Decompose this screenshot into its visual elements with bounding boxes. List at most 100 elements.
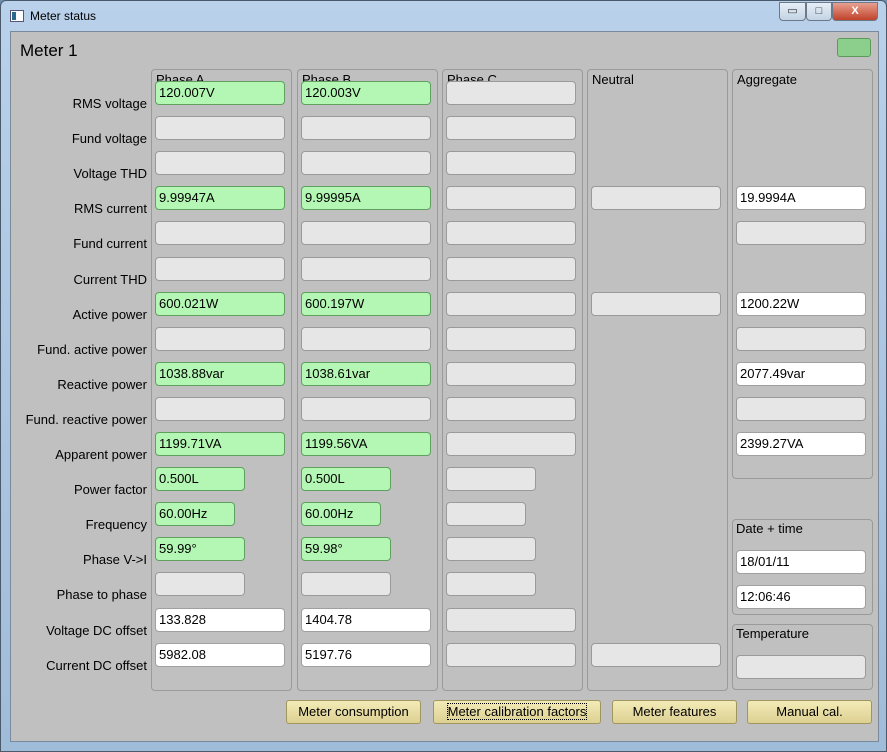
- temperature-title: Temperature: [736, 626, 809, 641]
- status-led: [837, 38, 871, 57]
- phase-a-field: 133.828: [155, 607, 285, 632]
- phase-a-field: [155, 572, 245, 597]
- phase-b-field: 9.99995A: [301, 186, 431, 211]
- date-field: 18/01/11: [736, 550, 866, 574]
- close-button[interactable]: X: [832, 2, 878, 21]
- phase-a-field: 59.99°: [155, 537, 245, 562]
- row-label: Active power: [72, 306, 147, 322]
- phase-a-field: 60.00Hz: [155, 502, 235, 527]
- app-icon: [10, 10, 24, 22]
- row-label: RMS current: [74, 201, 147, 217]
- phase-c-field: [446, 81, 576, 105]
- phase-a-field: [155, 116, 285, 141]
- time-field: 12:06:46: [736, 585, 866, 609]
- aggregate-field: [736, 396, 866, 421]
- row-label: Fund voltage: [71, 131, 147, 147]
- phase-b-field: [301, 572, 391, 597]
- neutral-field: [591, 186, 721, 211]
- row-label: Fund. reactive power: [25, 411, 147, 427]
- neutral-field: [591, 642, 721, 667]
- aggregate-field: 2399.27VA: [736, 432, 866, 456]
- temperature-field: [736, 655, 866, 679]
- meter-features-button[interactable]: Meter features: [612, 700, 737, 724]
- aggregate-field: 1200.22W: [736, 291, 866, 316]
- row-label: Frequency: [85, 517, 147, 533]
- phase-b-field: [301, 326, 431, 351]
- aggregate-field: 19.9994A: [736, 186, 866, 211]
- row-label: Current THD: [73, 271, 147, 287]
- meter-title: Meter 1: [20, 41, 78, 60]
- row-label: Phase to phase: [56, 587, 147, 603]
- phase-a-field: [155, 396, 285, 421]
- phase-c-field: [446, 186, 576, 211]
- neutral-field: [591, 291, 721, 316]
- maximize-button[interactable]: □: [806, 2, 832, 21]
- phase-c-field: [446, 291, 576, 316]
- phase-c-field: [446, 537, 536, 562]
- phase-a-field: [155, 221, 285, 246]
- phase-a-field: [155, 326, 285, 351]
- phase-c-field: [446, 116, 576, 141]
- phase-a-field: 600.021W: [155, 291, 285, 316]
- phase-b-field: 5197.76: [301, 642, 431, 667]
- row-label: Reactive power: [57, 376, 147, 392]
- phase-c-field: [446, 607, 576, 632]
- phase-c-field: [446, 502, 526, 527]
- phase-b-field: 600.197W: [301, 291, 431, 316]
- phase-b-field: [301, 256, 431, 281]
- phase-b-field: 1038.61var: [301, 361, 431, 386]
- manual-cal-button[interactable]: Manual cal.: [747, 700, 872, 724]
- aggregate-field: 2077.49var: [736, 361, 866, 386]
- date-time-title: Date + time: [736, 521, 803, 536]
- phase-a-field: 1199.71VA: [155, 432, 285, 456]
- phase-b-field: 59.98°: [301, 537, 391, 562]
- phase-a-field: [155, 151, 285, 176]
- phase-a-field: [155, 256, 285, 281]
- phase-a-field: 5982.08: [155, 642, 285, 667]
- phase-a-field: 1038.88var: [155, 361, 285, 386]
- phase-c-field: [446, 467, 536, 492]
- meter-consumption-button[interactable]: Meter consumption: [286, 700, 421, 724]
- phase-b-field: [301, 221, 431, 246]
- aggregate-field: [736, 326, 866, 351]
- phase-b-field: 60.00Hz: [301, 502, 381, 527]
- phase-c-field: [446, 221, 576, 246]
- row-label: Fund current: [73, 236, 147, 252]
- phase-c-field: [446, 432, 576, 456]
- phase-c-field: [446, 326, 576, 351]
- phase-b-field: [301, 116, 431, 141]
- row-label: Current DC offset: [46, 657, 147, 673]
- phase-c-field: [446, 256, 576, 281]
- phase-c-field: [446, 572, 536, 597]
- row-label: RMS voltage: [72, 96, 147, 111]
- phase-b-field: 0.500L: [301, 467, 391, 492]
- row-label: Voltage THD: [73, 166, 147, 182]
- meter-calibration-factors-button[interactable]: Meter calibration factors: [433, 700, 601, 724]
- phase-a-field: 0.500L: [155, 467, 245, 492]
- group-neutral: Neutral: [587, 69, 728, 691]
- minimize-button[interactable]: ▭: [779, 2, 806, 21]
- phase-b-field: [301, 151, 431, 176]
- phase-a-field: 9.99947A: [155, 186, 285, 211]
- phase-a-field: 120.007V: [155, 81, 285, 105]
- title-bar: Meter status ▭ □ X: [1, 1, 886, 31]
- client-area: Meter 1 RMS voltage Fund voltage Voltage T…: [10, 31, 879, 742]
- phase-b-field: [301, 396, 431, 421]
- phase-b-field: 1199.56VA: [301, 432, 431, 456]
- button-label: Meter consumption: [298, 704, 409, 719]
- phase-b-field: 120.003V: [301, 81, 431, 105]
- group-title: Neutral: [592, 72, 634, 87]
- window-title: Meter status: [30, 9, 97, 23]
- meter-status-window: Meter status ▭ □ X Meter 1 RMS voltage Fu…: [0, 0, 887, 752]
- phase-c-field: [446, 396, 576, 421]
- button-label: Meter calibration factors: [446, 703, 588, 720]
- phase-c-field: [446, 361, 576, 386]
- row-label: Power factor: [74, 482, 147, 498]
- row-label: Phase V->I: [83, 552, 147, 568]
- row-label: Voltage DC offset: [46, 622, 147, 638]
- phase-c-field: [446, 642, 576, 667]
- group-title: Aggregate: [737, 72, 797, 87]
- phase-b-field: 1404.78: [301, 607, 431, 632]
- button-label: Meter features: [632, 704, 717, 719]
- phase-c-field: [446, 151, 576, 176]
